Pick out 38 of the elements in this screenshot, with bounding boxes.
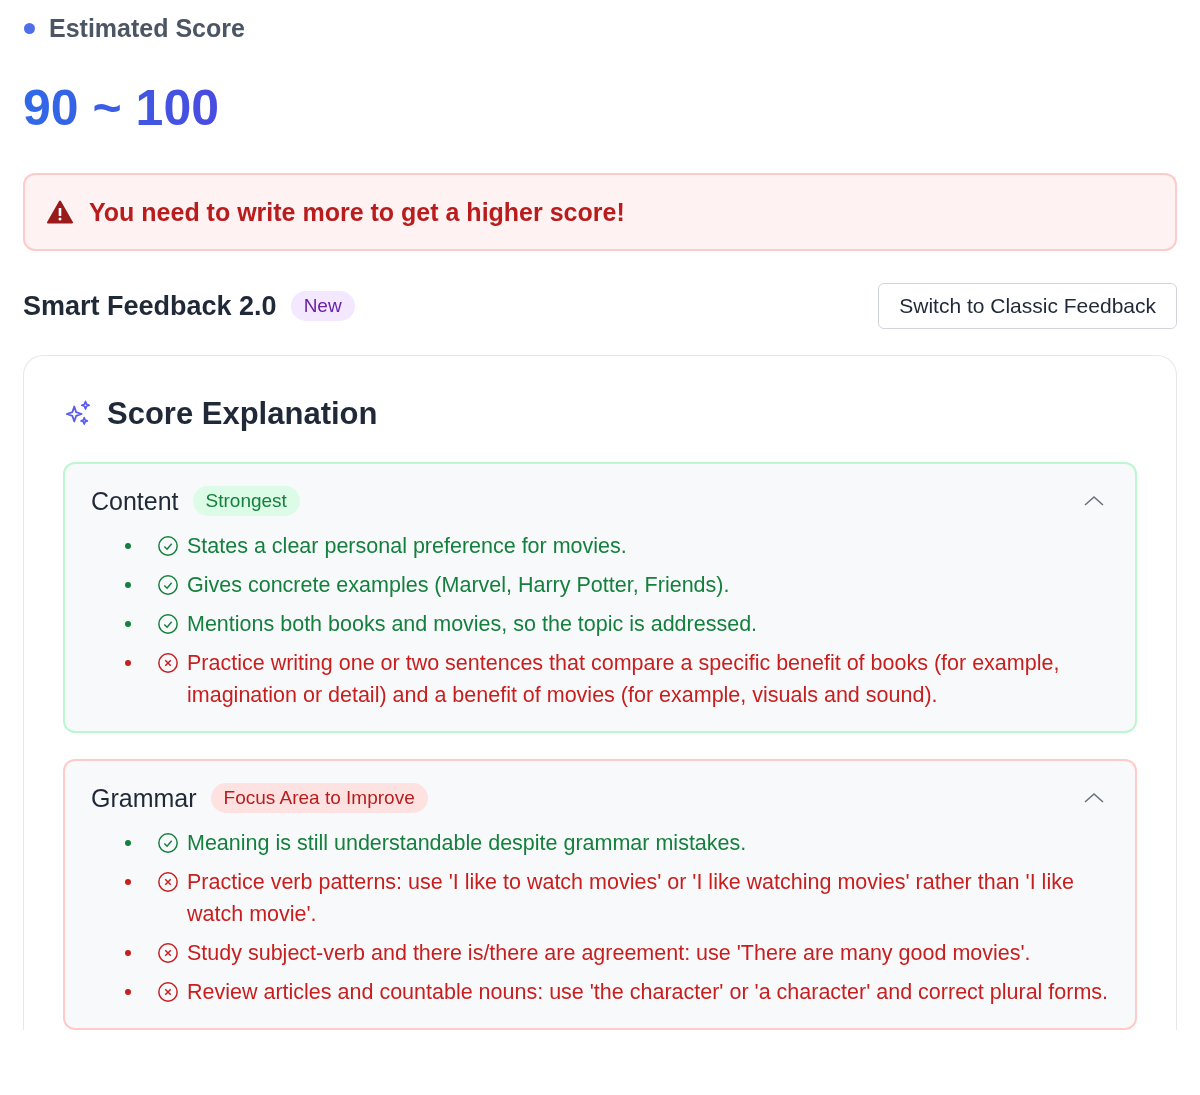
x-circle-icon (157, 981, 179, 1003)
category-title: Content (91, 486, 179, 516)
bullet-icon (125, 989, 131, 995)
feedback-point: Gives concrete examples (Marvel, Harry Potter, Friends). (187, 572, 730, 599)
feedback-point: Study subject-verb and there is/there are agreement: use 'There are many good movies'. (187, 940, 1031, 967)
warning-icon (47, 200, 73, 224)
category-badge: Strongest (192, 486, 300, 516)
feedback-title: Smart Feedback 2.0 (23, 290, 277, 322)
chevron-up-icon (1083, 494, 1105, 508)
switch-feedback-button[interactable]: Switch to Classic Feedback (878, 283, 1177, 329)
category-badge: Focus Area to Improve (210, 783, 428, 813)
alert-message: You need to write more to get a higher score! (89, 197, 625, 227)
feedback-point: Review articles and countable nouns: use 'the character' or 'a character' and correct plural forms. (187, 979, 1109, 1006)
check-circle-icon (157, 832, 179, 854)
chevron-up-icon (1083, 791, 1105, 805)
x-circle-icon (157, 871, 179, 893)
section-title: Score Explanation (107, 396, 378, 432)
check-circle-icon (157, 613, 179, 635)
feedback-point: Practice verb patterns: use 'I like to watch movies' or 'I like watching movies' rather than 'I like watch movie'. (187, 869, 1075, 928)
bullet-icon (125, 543, 131, 549)
bullet-icon (125, 840, 131, 846)
check-circle-icon (157, 574, 179, 596)
feedback-point: Mentions both books and movies, so the topic is addressed. (187, 611, 758, 638)
bullet-icon (125, 621, 131, 627)
status-dot (24, 23, 35, 34)
x-circle-icon (157, 652, 179, 674)
check-circle-icon (157, 535, 179, 557)
bullet-icon (125, 660, 131, 666)
new-badge: New (290, 291, 355, 321)
category-title: Grammar (91, 783, 197, 813)
feedback-point: Practice writing one or two sentences that compare a specific benefit of books (for example, imagination or detail) and a benefit of movies (for example, visuals and sound). (187, 650, 1061, 709)
x-circle-icon (157, 942, 179, 964)
bullet-icon (125, 950, 131, 956)
feedback-point: Meaning is still understandable despite grammar mistakes. (187, 830, 747, 857)
feedback-point: States a clear personal preference for movies. (187, 533, 627, 560)
score-label: Estimated Score (49, 14, 245, 43)
bullet-icon (125, 879, 131, 885)
bullet-icon (125, 582, 131, 588)
